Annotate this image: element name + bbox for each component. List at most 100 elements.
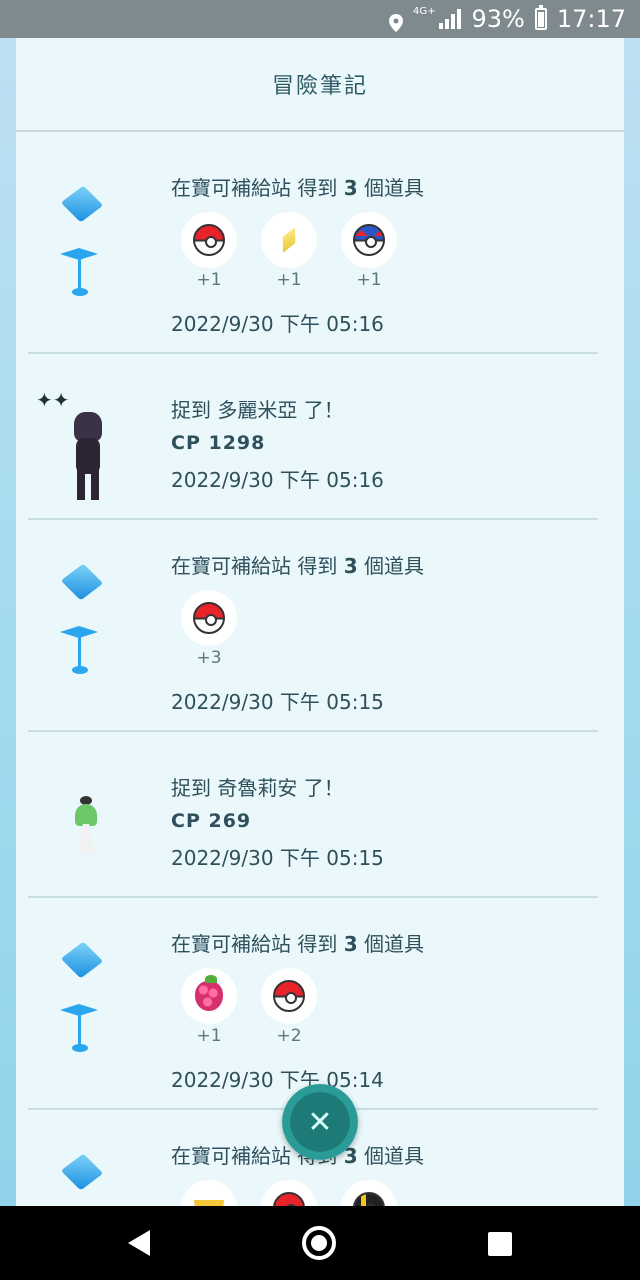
recent-apps-icon[interactable] bbox=[488, 1232, 512, 1256]
network-label: 4G+ bbox=[412, 5, 436, 17]
item-circle bbox=[181, 1180, 237, 1206]
item-list bbox=[181, 1180, 397, 1206]
journal-entry[interactable]: 在寶可補給站 得到 3 個道具 +1 +1 +1 2022/9/30 下午 05:16 bbox=[16, 142, 624, 354]
home-icon[interactable] bbox=[302, 1226, 336, 1260]
entry-text-prefix: 在寶可補給站 得到 bbox=[171, 554, 344, 578]
entry-text-prefix: 在寶可補給站 得到 bbox=[171, 176, 344, 200]
item-circle bbox=[341, 212, 397, 268]
navigation-bar bbox=[0, 1206, 640, 1280]
pokemon-sprite bbox=[71, 796, 101, 856]
entry-timestamp: 2022/9/30 下午 05:16 bbox=[171, 468, 384, 492]
entry-text-suffix: 個道具 bbox=[357, 554, 424, 578]
clock: 17:17 bbox=[556, 5, 626, 33]
journal-entry[interactable]: 捉到 奇魯莉安 了！ CP 269 2022/9/30 下午 05:15 bbox=[16, 730, 624, 898]
battery-icon bbox=[534, 5, 547, 30]
journal-entry[interactable]: ✦✦ 捉到 多麗米亞 了！ CP 1298 2022/9/30 下午 05:16 bbox=[16, 352, 624, 520]
journal-entry[interactable]: 在寶可補給站 得到 3 個道具 +1 +2 2022/9/30 下午 05:14 bbox=[16, 896, 624, 1110]
entry-divider bbox=[28, 730, 598, 732]
item-list: +1 +1 +1 bbox=[181, 212, 397, 290]
back-icon[interactable] bbox=[128, 1230, 150, 1256]
entry-text-suffix: 個道具 bbox=[357, 176, 424, 200]
entry-timestamp: 2022/9/30 下午 05:15 bbox=[171, 846, 384, 870]
pokemon-leg1 bbox=[77, 470, 85, 500]
poke-ball-icon bbox=[273, 1192, 305, 1206]
reward-item bbox=[261, 1180, 317, 1206]
pokestop-cube bbox=[60, 563, 104, 601]
pokemon-sprite bbox=[68, 412, 108, 502]
razz-berry-icon bbox=[195, 975, 223, 1011]
pokemon-hair bbox=[75, 804, 97, 826]
reward-item: +2 bbox=[261, 968, 317, 1046]
item-quantity: +1 bbox=[356, 270, 382, 290]
entry-timestamp: 2022/9/30 下午 05:16 bbox=[171, 312, 384, 336]
shiny-sparkle-icon: ✦✦ bbox=[36, 388, 70, 412]
item-quantity: +2 bbox=[276, 1026, 302, 1046]
item-count: 3 bbox=[343, 554, 358, 578]
great-ball-icon bbox=[353, 224, 385, 256]
pokestop-cube bbox=[60, 1153, 104, 1191]
entry-text: 在寶可補給站 得到 3 個道具 bbox=[171, 550, 424, 579]
pokestop-icon bbox=[56, 185, 116, 300]
battery-percent: 93% bbox=[471, 5, 525, 33]
entry-divider bbox=[28, 518, 598, 520]
item-list: +3 bbox=[181, 590, 237, 668]
item-quantity: +1 bbox=[276, 270, 302, 290]
item-circle bbox=[181, 212, 237, 268]
pokemon-cp: CP 1298 bbox=[171, 432, 266, 454]
item-circle bbox=[181, 968, 237, 1024]
page-title: 冒險筆記 bbox=[16, 38, 624, 132]
item-circle bbox=[261, 968, 317, 1024]
reward-item bbox=[181, 1180, 237, 1206]
item-circle bbox=[341, 1180, 397, 1206]
reward-item: +3 bbox=[181, 590, 237, 668]
reward-item: +1 bbox=[341, 212, 397, 290]
reward-item: +1 bbox=[261, 212, 317, 290]
reward-item: +1 bbox=[181, 212, 237, 290]
entry-text-suffix: 個道具 bbox=[357, 1144, 424, 1168]
status-bar: 4G+ 93% 17:17 bbox=[0, 0, 640, 38]
pokestop-base bbox=[72, 288, 88, 296]
pokestop-icon bbox=[56, 941, 116, 1056]
pokemon-leg2 bbox=[91, 470, 99, 500]
poke-ball-icon bbox=[193, 224, 225, 256]
entry-text: 在寶可補給站 得到 3 個道具 bbox=[171, 928, 424, 957]
item-quantity: +1 bbox=[196, 270, 222, 290]
location-icon bbox=[388, 10, 403, 32]
pokestop-icon bbox=[56, 563, 116, 678]
journal-panel: 冒險筆記 在寶可補給站 得到 3 個道具 +1 +1 +1 2022/9/30 下午 0… bbox=[16, 38, 624, 1206]
entry-text-suffix: 個道具 bbox=[357, 932, 424, 956]
entry-divider bbox=[28, 352, 598, 354]
item-count: 3 bbox=[343, 176, 358, 200]
signal-icon bbox=[439, 9, 462, 29]
item-list: +1 +2 bbox=[181, 968, 317, 1046]
item-circle bbox=[181, 590, 237, 646]
pokestop-base bbox=[72, 1044, 88, 1052]
pokemon-dress bbox=[78, 824, 94, 854]
item-quantity: +3 bbox=[196, 648, 222, 668]
pokemon-body bbox=[76, 438, 100, 474]
entry-text: 在寶可補給站 得到 3 個道具 bbox=[171, 172, 424, 201]
pokestop-base bbox=[72, 666, 88, 674]
pokestop-icon bbox=[56, 1153, 116, 1206]
pokestop-cube bbox=[60, 941, 104, 979]
poke-ball-icon bbox=[273, 980, 305, 1012]
close-icon: ✕ bbox=[307, 1104, 333, 1140]
reward-item bbox=[341, 1180, 397, 1206]
poke-ball-icon bbox=[193, 602, 225, 634]
item-circle bbox=[261, 212, 317, 268]
item-count: 3 bbox=[343, 932, 358, 956]
pokestop-pole bbox=[78, 256, 81, 290]
journal-entry[interactable]: 在寶可補給站 得到 3 個道具 +3 2022/9/30 下午 05:15 bbox=[16, 518, 624, 732]
entry-text: 捉到 多麗米亞 了！ bbox=[171, 398, 344, 422]
item-quantity: +1 bbox=[196, 1026, 222, 1046]
item-circle bbox=[261, 1180, 317, 1206]
entry-divider bbox=[28, 896, 598, 898]
pokestop-pole bbox=[78, 1012, 81, 1046]
entry-text-prefix: 在寶可補給站 得到 bbox=[171, 932, 344, 956]
stardust-icon bbox=[277, 224, 302, 255]
pokemon-cp: CP 269 bbox=[171, 810, 252, 832]
ultra-ball-icon bbox=[353, 1192, 385, 1206]
entry-text: 捉到 奇魯莉安 了！ bbox=[171, 776, 344, 800]
close-button[interactable]: ✕ bbox=[282, 1084, 358, 1160]
entry-timestamp: 2022/9/30 下午 05:15 bbox=[171, 690, 384, 714]
